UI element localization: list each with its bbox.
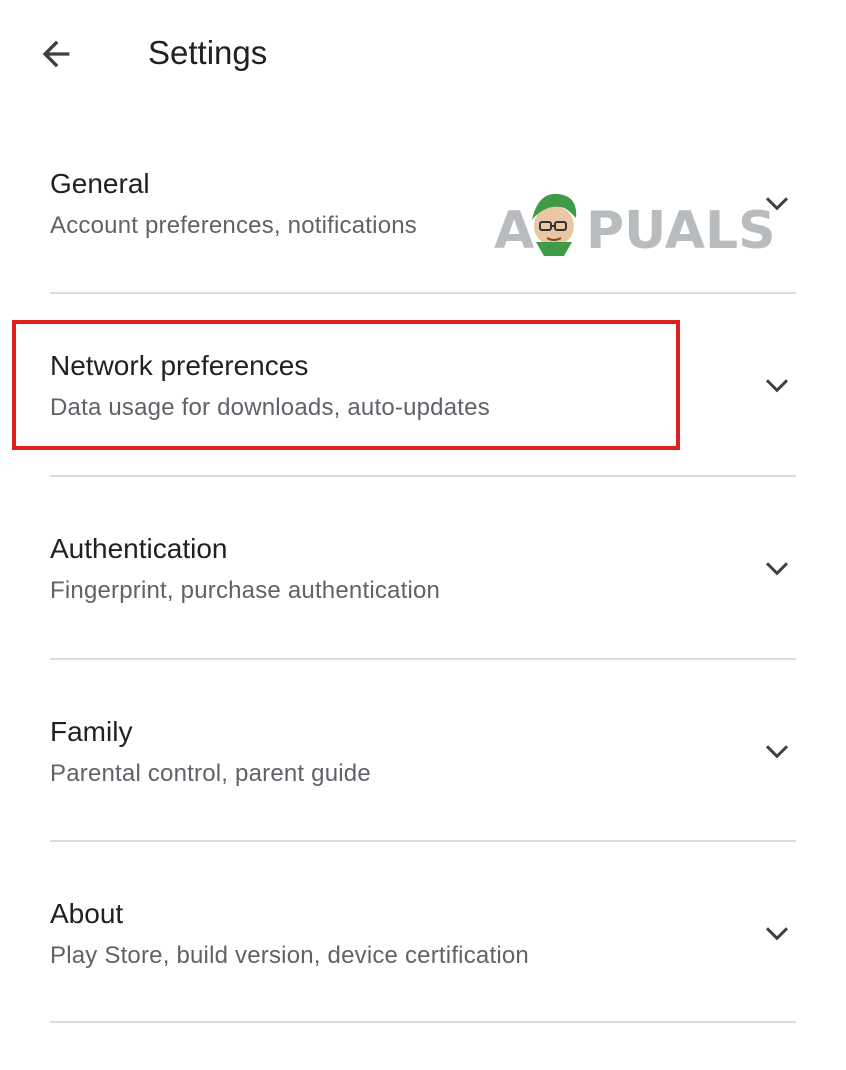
settings-item-title: General xyxy=(50,168,150,199)
settings-item-subtitle: Play Store, build version, device certif… xyxy=(50,942,529,969)
chevron-down-icon[interactable] xyxy=(758,549,796,587)
divider xyxy=(50,1021,796,1023)
app-bar: Settings xyxy=(0,0,846,110)
settings-item-title: Family xyxy=(50,716,133,747)
chevron-down-icon[interactable] xyxy=(758,366,796,404)
settings-item-title: Network preferences xyxy=(50,350,309,381)
divider xyxy=(50,658,796,660)
divider xyxy=(50,840,796,842)
settings-item-authentication[interactable]: Authentication Fingerprint, purchase aut… xyxy=(0,523,846,705)
chevron-down-icon[interactable] xyxy=(758,732,796,770)
divider xyxy=(50,475,796,477)
settings-item-subtitle: Account preferences, notifications xyxy=(50,212,417,239)
settings-item-subtitle: Fingerprint, purchase authentication xyxy=(50,577,441,604)
settings-item-title: About xyxy=(50,898,124,929)
arrow-back-icon xyxy=(42,40,70,68)
settings-item-about[interactable]: About Play Store, build version, device … xyxy=(0,888,846,1070)
back-button[interactable] xyxy=(30,28,82,80)
page-title: Settings xyxy=(148,34,268,71)
settings-item-network-preferences[interactable]: Network preferences Data usage for downl… xyxy=(0,340,846,522)
settings-item-subtitle: Parental control, parent guide xyxy=(50,760,371,787)
chevron-down-icon[interactable] xyxy=(758,184,796,222)
divider xyxy=(50,292,796,294)
settings-item-family[interactable]: Family Parental control, parent guide xyxy=(0,706,846,888)
settings-item-general[interactable]: General Account preferences, notificatio… xyxy=(0,158,846,340)
chevron-down-icon[interactable] xyxy=(758,914,796,952)
settings-item-subtitle: Data usage for downloads, auto-updates xyxy=(50,394,490,421)
settings-item-title: Authentication xyxy=(50,533,228,564)
